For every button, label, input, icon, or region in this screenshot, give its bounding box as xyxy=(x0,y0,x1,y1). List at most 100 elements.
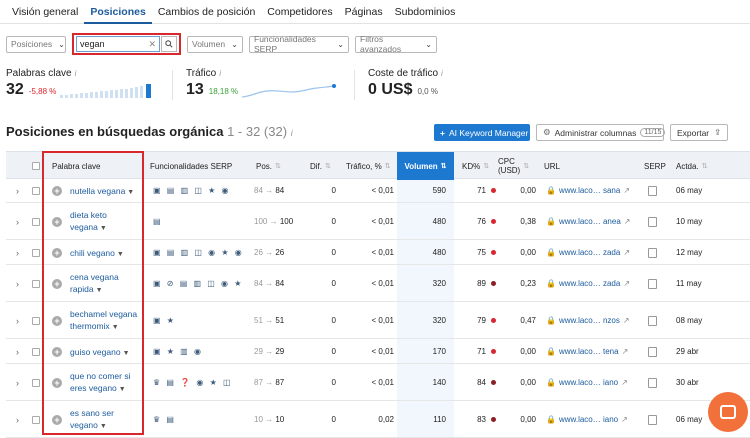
caret-down-icon[interactable]: ▼ xyxy=(123,350,130,357)
url-link[interactable]: www.laco… zada xyxy=(559,279,620,288)
info-icon[interactable]: i xyxy=(75,69,77,78)
serp-snapshot-icon[interactable] xyxy=(648,316,657,326)
url-cell[interactable]: 🔒 www.laco… sana ↗ xyxy=(546,186,630,195)
expand-row-icon[interactable]: › xyxy=(16,316,19,326)
row-checkbox[interactable] xyxy=(32,187,40,195)
serp-snapshot-icon[interactable] xyxy=(648,248,657,258)
export-button[interactable]: Exportar ⇪ xyxy=(670,124,728,141)
tab-position-changes[interactable]: Cambios de posición xyxy=(152,0,261,24)
add-keyword-icon[interactable]: + xyxy=(52,378,62,388)
serp-snapshot-icon[interactable] xyxy=(648,378,657,388)
table-row[interactable]: › + chili vegano ▼ ▣ ▤ ▥ ◫ ◉ ★ ◉ 26 → 26 0 < 0,… xyxy=(6,240,750,265)
col-kd[interactable]: KD% ⇅ xyxy=(462,152,489,180)
expand-row-icon[interactable]: › xyxy=(16,217,19,227)
add-keyword-icon[interactable]: + xyxy=(52,279,62,289)
keyword-link[interactable]: que no comer si eres vegano ▼ xyxy=(70,370,142,396)
add-keyword-icon[interactable]: + xyxy=(52,347,62,357)
col-updated[interactable]: Actda. ⇅ xyxy=(676,152,708,180)
col-keyword[interactable]: Palabra clave xyxy=(52,152,100,180)
row-checkbox[interactable] xyxy=(32,416,40,424)
table-row[interactable]: › + guiso vegano ▼ ▣ ★ ▥ ◉ 29 → 29 0 < 0,01 170 7… xyxy=(6,339,750,364)
expand-row-icon[interactable]: › xyxy=(16,279,19,289)
caret-down-icon[interactable]: ▼ xyxy=(96,287,103,294)
external-link-icon[interactable]: ↗ xyxy=(623,248,630,257)
col-serp[interactable]: SERP xyxy=(644,152,666,180)
external-link-icon[interactable]: ↗ xyxy=(623,186,630,195)
tab-subdomains[interactable]: Subdominios xyxy=(389,0,462,24)
expand-row-icon[interactable]: › xyxy=(16,347,19,357)
url-cell[interactable]: 🔒 www.laco… iano ↗ xyxy=(546,378,628,387)
serp-snapshot-icon[interactable] xyxy=(648,279,657,289)
row-checkbox[interactable] xyxy=(32,249,40,257)
caret-down-icon[interactable]: ▼ xyxy=(117,251,124,258)
url-link[interactable]: www.laco… iano xyxy=(559,378,618,387)
add-keyword-icon[interactable]: + xyxy=(52,248,62,258)
expand-row-icon[interactable]: › xyxy=(16,186,19,196)
manage-columns-button[interactable]: ⚙ Administrar columnas 11/15 xyxy=(536,124,666,141)
keyword-link[interactable]: es sano ser vegano ▼ xyxy=(70,407,142,433)
row-checkbox[interactable] xyxy=(32,317,40,325)
serp-snapshot-icon[interactable] xyxy=(648,186,657,196)
row-checkbox[interactable] xyxy=(32,218,40,226)
caret-down-icon[interactable]: ▼ xyxy=(100,423,107,430)
chat-widget-button[interactable] xyxy=(708,392,748,432)
table-row[interactable]: › + bechamel vegana thermomix ▼ ▣ ★ 51 → 51 0 <… xyxy=(6,302,750,339)
external-link-icon[interactable]: ↗ xyxy=(621,415,628,424)
add-keyword-icon[interactable]: + xyxy=(52,217,62,227)
ai-keyword-manager-button[interactable]: + AI Keyword Manager xyxy=(434,124,530,141)
clear-icon[interactable]: ✕ xyxy=(148,39,156,50)
table-row[interactable]: › + dieta keto vegana ▼ ▤ 100 → 100 0 < 0,01 480… xyxy=(6,203,750,240)
table-row[interactable]: › + nutella vegana ▼ ▣ ▤ ▥ ◫ ★ ◉ 84 → 84 0 < 0,… xyxy=(6,179,750,203)
url-cell[interactable]: 🔒 www.laco… iano ↗ xyxy=(546,415,628,424)
url-link[interactable]: www.laco… zada xyxy=(559,248,620,257)
search-button[interactable] xyxy=(161,36,177,52)
tab-overview[interactable]: Visión general xyxy=(6,0,84,24)
table-row[interactable]: › + es sano ser vegano ▼ ♛ ▤ 10 → 10 0 0,02 110 8… xyxy=(6,401,750,438)
url-cell[interactable]: 🔒 www.laco… anea ↗ xyxy=(546,217,630,226)
tab-pages[interactable]: Páginas xyxy=(339,0,389,24)
caret-down-icon[interactable]: ▼ xyxy=(127,189,134,196)
url-link[interactable]: www.laco… anea xyxy=(559,217,621,226)
keyword-link[interactable]: cena vegana rapida ▼ xyxy=(70,271,142,297)
url-link[interactable]: www.laco… iano xyxy=(559,415,618,424)
url-link[interactable]: www.laco… nzos xyxy=(559,316,620,325)
external-link-icon[interactable]: ↗ xyxy=(624,217,631,226)
serp-snapshot-icon[interactable] xyxy=(648,217,657,227)
url-cell[interactable]: 🔒 www.laco… tena ↗ xyxy=(546,347,628,356)
url-cell[interactable]: 🔒 www.laco… nzos ↗ xyxy=(546,316,630,325)
table-row[interactable]: › + cena vegana rapida ▼ ▣ ⊘ ▤ ▥ ◫ ◉ ★ 84 → 8… xyxy=(6,265,750,302)
add-keyword-icon[interactable]: + xyxy=(52,415,62,425)
serp-snapshot-icon[interactable] xyxy=(648,347,657,357)
info-icon[interactable]: i xyxy=(219,69,221,78)
expand-row-icon[interactable]: › xyxy=(16,378,19,388)
url-cell[interactable]: 🔒 www.laco… zada ↗ xyxy=(546,279,630,288)
row-checkbox[interactable] xyxy=(32,379,40,387)
url-cell[interactable]: 🔒 www.laco… zada ↗ xyxy=(546,248,630,257)
add-keyword-icon[interactable]: + xyxy=(52,316,62,326)
caret-down-icon[interactable]: ▼ xyxy=(112,324,119,331)
keyword-search-input[interactable]: vegan ✕ xyxy=(76,36,160,52)
external-link-icon[interactable]: ↗ xyxy=(621,378,628,387)
keyword-link[interactable]: bechamel vegana thermomix ▼ xyxy=(70,308,142,334)
caret-down-icon[interactable]: ▼ xyxy=(100,225,107,232)
col-url[interactable]: URL xyxy=(544,152,560,180)
external-link-icon[interactable]: ↗ xyxy=(622,347,629,356)
volume-dropdown[interactable]: Volumen ⌄ xyxy=(187,35,243,53)
external-link-icon[interactable]: ↗ xyxy=(623,316,630,325)
keyword-link[interactable]: dieta keto vegana ▼ xyxy=(70,209,142,235)
serp-features-dropdown[interactable]: Funcionalidades SERP ⌄ xyxy=(249,34,349,54)
info-icon[interactable]: i xyxy=(291,128,293,138)
keyword-link[interactable]: nutella vegana ▼ xyxy=(70,185,142,199)
tab-positions[interactable]: Posiciones xyxy=(84,0,152,24)
col-position[interactable]: Pos. ⇅ xyxy=(256,152,281,180)
col-volume[interactable]: Volumen ⇅ xyxy=(397,152,454,180)
url-link[interactable]: www.laco… sana xyxy=(559,186,620,195)
positions-dropdown[interactable]: Posiciones ⌄ xyxy=(6,35,66,53)
url-link[interactable]: www.laco… tena xyxy=(559,347,619,356)
expand-row-icon[interactable]: › xyxy=(16,248,19,258)
col-difference[interactable]: Dif. ⇅ xyxy=(310,152,331,180)
row-checkbox[interactable] xyxy=(32,280,40,288)
tab-competitors[interactable]: Competidores xyxy=(261,0,338,24)
expand-row-icon[interactable]: › xyxy=(16,415,19,425)
col-traffic[interactable]: Tráfico, % ⇅ xyxy=(346,152,391,180)
